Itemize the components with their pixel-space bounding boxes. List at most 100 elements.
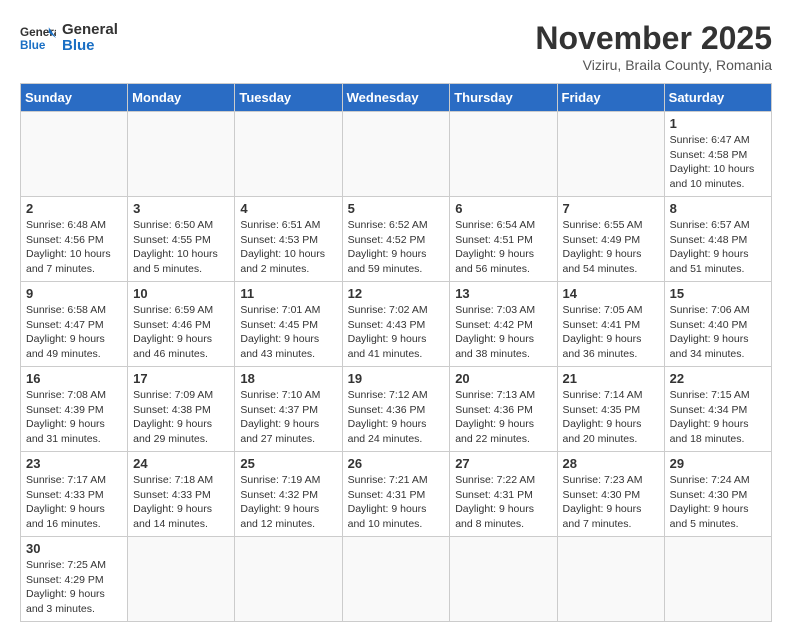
day-info: Sunrise: 7:25 AM Sunset: 4:29 PM Dayligh…: [26, 558, 122, 617]
day-number: 14: [563, 286, 659, 301]
day-number: 4: [240, 201, 336, 216]
day-info: Sunrise: 7:02 AM Sunset: 4:43 PM Dayligh…: [348, 303, 445, 362]
day-number: 30: [26, 541, 122, 556]
logo-svg: General Blue: [20, 20, 56, 56]
calendar-cell: 17Sunrise: 7:09 AM Sunset: 4:38 PM Dayli…: [128, 367, 235, 452]
day-info: Sunrise: 7:23 AM Sunset: 4:30 PM Dayligh…: [563, 473, 659, 532]
day-number: 13: [455, 286, 551, 301]
day-info: Sunrise: 7:14 AM Sunset: 4:35 PM Dayligh…: [563, 388, 659, 447]
calendar-cell: 12 Sunrise: 7:02 AM Sunset: 4:43 PM Dayli…: [342, 282, 450, 367]
day-info: Sunrise: 6:51 AM Sunset: 4:53 PM Dayligh…: [240, 218, 336, 277]
calendar-cell: 25Sunrise: 7:19 AM Sunset: 4:32 PM Dayli…: [235, 452, 342, 537]
week-row-3: 9Sunrise: 6:58 AM Sunset: 4:47 PM Daylig…: [21, 282, 772, 367]
day-number: 10: [133, 286, 229, 301]
day-info: Sunrise: 6:50 AM Sunset: 4:55 PM Dayligh…: [133, 218, 229, 277]
calendar-cell: [664, 537, 771, 622]
day-number: 19: [348, 371, 445, 386]
calendar-cell: 9Sunrise: 6:58 AM Sunset: 4:47 PM Daylig…: [21, 282, 128, 367]
day-info: Sunrise: 7:22 AM Sunset: 4:31 PM Dayligh…: [455, 473, 551, 532]
col-header-thursday: Thursday: [450, 84, 557, 112]
calendar-table: SundayMondayTuesdayWednesdayThursdayFrid…: [20, 83, 772, 622]
day-number: 6: [455, 201, 551, 216]
day-info: Sunrise: 7:24 AM Sunset: 4:30 PM Dayligh…: [670, 473, 766, 532]
calendar-cell: [235, 112, 342, 197]
day-info: Sunrise: 7:01 AM Sunset: 4:45 PM Dayligh…: [240, 303, 336, 362]
calendar-cell: [21, 112, 128, 197]
col-header-sunday: Sunday: [21, 84, 128, 112]
calendar-cell: 21 Sunrise: 7:14 AM Sunset: 4:35 PM Dayli…: [557, 367, 664, 452]
calendar-cell: 22Sunrise: 7:15 AM Sunset: 4:34 PM Dayli…: [664, 367, 771, 452]
logo: General Blue General Blue: [20, 20, 118, 56]
week-row-4: 16Sunrise: 7:08 AM Sunset: 4:39 PM Dayli…: [21, 367, 772, 452]
calendar-cell: 14Sunrise: 7:05 AM Sunset: 4:41 PM Dayli…: [557, 282, 664, 367]
day-info: Sunrise: 6:54 AM Sunset: 4:51 PM Dayligh…: [455, 218, 551, 277]
calendar-cell: [128, 537, 235, 622]
day-number: 5: [348, 201, 445, 216]
calendar-cell: [450, 537, 557, 622]
day-info: Sunrise: 7:19 AM Sunset: 4:32 PM Dayligh…: [240, 473, 336, 532]
calendar-cell: [342, 537, 450, 622]
day-info: Sunrise: 6:48 AM Sunset: 4:56 PM Dayligh…: [26, 218, 122, 277]
col-header-tuesday: Tuesday: [235, 84, 342, 112]
col-header-wednesday: Wednesday: [342, 84, 450, 112]
day-number: 29: [670, 456, 766, 471]
week-row-1: 1Sunrise: 6:47 AM Sunset: 4:58 PM Daylig…: [21, 112, 772, 197]
day-info: Sunrise: 6:55 AM Sunset: 4:49 PM Dayligh…: [563, 218, 659, 277]
calendar-cell: 6 Sunrise: 6:54 AM Sunset: 4:51 PM Daylig…: [450, 197, 557, 282]
calendar-cell: [450, 112, 557, 197]
day-number: 28: [563, 456, 659, 471]
calendar-cell: 23Sunrise: 7:17 AM Sunset: 4:33 PM Dayli…: [21, 452, 128, 537]
calendar-cell: 2Sunrise: 6:48 AM Sunset: 4:56 PM Daylig…: [21, 197, 128, 282]
calendar-cell: 18 Sunrise: 7:10 AM Sunset: 4:37 PM Dayli…: [235, 367, 342, 452]
day-number: 8: [670, 201, 766, 216]
day-number: 1: [670, 116, 766, 131]
logo-general-text: General: [62, 22, 118, 39]
calendar-cell: 26 Sunrise: 7:21 AM Sunset: 4:31 PM Dayli…: [342, 452, 450, 537]
day-info: Sunrise: 7:08 AM Sunset: 4:39 PM Dayligh…: [26, 388, 122, 447]
calendar-cell: [557, 537, 664, 622]
calendar-cell: 13 Sunrise: 7:03 AM Sunset: 4:42 PM Dayli…: [450, 282, 557, 367]
day-number: 15: [670, 286, 766, 301]
calendar-header-row: SundayMondayTuesdayWednesdayThursdayFrid…: [21, 84, 772, 112]
day-number: 12: [348, 286, 445, 301]
calendar-cell: 4 Sunrise: 6:51 AM Sunset: 4:53 PM Daylig…: [235, 197, 342, 282]
day-info: Sunrise: 7:10 AM Sunset: 4:37 PM Dayligh…: [240, 388, 336, 447]
day-info: Sunrise: 7:13 AM Sunset: 4:36 PM Dayligh…: [455, 388, 551, 447]
day-number: 18: [240, 371, 336, 386]
header: General Blue General Blue November 2025 …: [20, 20, 772, 73]
col-header-friday: Friday: [557, 84, 664, 112]
calendar-cell: [235, 537, 342, 622]
day-number: 21: [563, 371, 659, 386]
day-number: 24: [133, 456, 229, 471]
calendar-cell: 15 Sunrise: 7:06 AM Sunset: 4:40 PM Dayli…: [664, 282, 771, 367]
day-info: Sunrise: 7:18 AM Sunset: 4:33 PM Dayligh…: [133, 473, 229, 532]
day-number: 27: [455, 456, 551, 471]
week-row-6: 30 Sunrise: 7:25 AM Sunset: 4:29 PM Dayli…: [21, 537, 772, 622]
calendar-cell: 5Sunrise: 6:52 AM Sunset: 4:52 PM Daylig…: [342, 197, 450, 282]
day-info: Sunrise: 7:06 AM Sunset: 4:40 PM Dayligh…: [670, 303, 766, 362]
col-header-saturday: Saturday: [664, 84, 771, 112]
calendar-cell: 27 Sunrise: 7:22 AM Sunset: 4:31 PM Dayli…: [450, 452, 557, 537]
week-row-2: 2Sunrise: 6:48 AM Sunset: 4:56 PM Daylig…: [21, 197, 772, 282]
calendar-cell: 20Sunrise: 7:13 AM Sunset: 4:36 PM Dayli…: [450, 367, 557, 452]
calendar-cell: 19 Sunrise: 7:12 AM Sunset: 4:36 PM Dayli…: [342, 367, 450, 452]
week-row-5: 23Sunrise: 7:17 AM Sunset: 4:33 PM Dayli…: [21, 452, 772, 537]
day-info: Sunrise: 7:03 AM Sunset: 4:42 PM Dayligh…: [455, 303, 551, 362]
calendar-cell: 10 Sunrise: 6:59 AM Sunset: 4:46 PM Dayli…: [128, 282, 235, 367]
calendar-cell: 11 Sunrise: 7:01 AM Sunset: 4:45 PM Dayli…: [235, 282, 342, 367]
day-info: Sunrise: 6:59 AM Sunset: 4:46 PM Dayligh…: [133, 303, 229, 362]
calendar-cell: [342, 112, 450, 197]
day-info: Sunrise: 7:12 AM Sunset: 4:36 PM Dayligh…: [348, 388, 445, 447]
day-number: 11: [240, 286, 336, 301]
day-info: Sunrise: 7:17 AM Sunset: 4:33 PM Dayligh…: [26, 473, 122, 532]
calendar-cell: [557, 112, 664, 197]
calendar-cell: [128, 112, 235, 197]
day-info: Sunrise: 7:21 AM Sunset: 4:31 PM Dayligh…: [348, 473, 445, 532]
calendar-cell: 30 Sunrise: 7:25 AM Sunset: 4:29 PM Dayli…: [21, 537, 128, 622]
day-info: Sunrise: 6:57 AM Sunset: 4:48 PM Dayligh…: [670, 218, 766, 277]
day-info: Sunrise: 6:58 AM Sunset: 4:47 PM Dayligh…: [26, 303, 122, 362]
day-info: Sunrise: 7:09 AM Sunset: 4:38 PM Dayligh…: [133, 388, 229, 447]
day-number: 26: [348, 456, 445, 471]
calendar-cell: 28 Sunrise: 7:23 AM Sunset: 4:30 PM Dayli…: [557, 452, 664, 537]
col-header-monday: Monday: [128, 84, 235, 112]
